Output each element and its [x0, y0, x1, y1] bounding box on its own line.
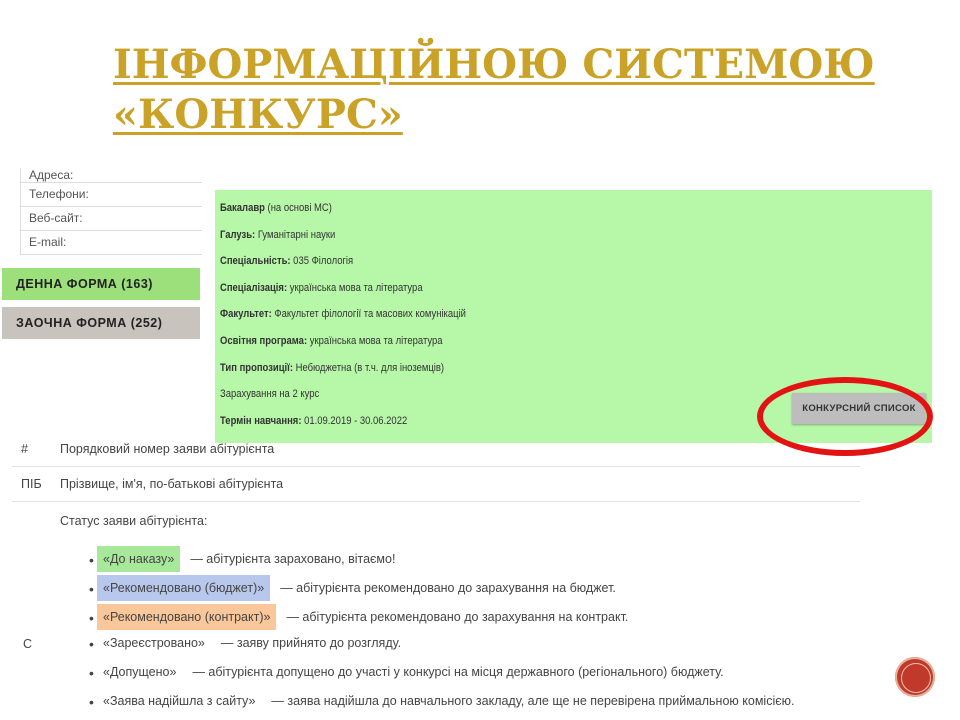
status-tag: «Рекомендовано (бюджет)» — [97, 575, 271, 601]
info-degree: Бакалавр (на основі МС) — [220, 202, 332, 214]
status-tag: «Зареєстровано» — [103, 636, 205, 650]
info-specialization: Спеціалізація: українська мова та літера… — [220, 282, 423, 294]
info-enrollment: Зарахування на 2 курс — [220, 388, 320, 400]
status-description: — абітурієнта рекомендовано до зарахуван… — [280, 581, 616, 595]
info-term: Термін навчання: 01.09.2019 - 30.06.2022 — [220, 415, 408, 427]
legend-key-name: ПІБ — [21, 477, 42, 491]
legend-desc-number: Порядковий номер заяви абітурієнта — [60, 442, 275, 456]
info-offer-type: Тип пропозиції: Небюджетна (в т.ч. для і… — [220, 362, 445, 374]
legend-key-number: # — [21, 442, 28, 456]
info-field: Галузь: Гуманітарні науки — [220, 229, 336, 241]
legend-desc-name: Прізвище, ім'я, по-батькові абітурієнта — [60, 477, 284, 491]
bullet-icon: • — [89, 636, 94, 652]
bullet-icon: • — [89, 610, 94, 626]
title-line-2: «Конкурс» — [113, 91, 403, 138]
status-tag: «До наказу» — [97, 546, 181, 572]
legend-key-status: С — [23, 637, 33, 651]
info-program: Освітня програма: українська мова та літ… — [220, 335, 443, 347]
status-tag: «Заява надійшла з сайту» — [103, 694, 256, 708]
title-line-1: Інформаційною системою — [113, 41, 875, 88]
status-description: — абітурієнта зараховано, вітаємо! — [190, 552, 396, 566]
info-faculty: Факультет: Факультет філології та масови… — [220, 308, 466, 320]
contact-phones: Телефони: — [21, 183, 202, 207]
status-description: — заяву прийнято до розгляду. — [220, 636, 402, 650]
status-description: — заява надійшла до навчального закладу,… — [271, 694, 795, 708]
legend-row-name: ПІБ Прізвище, ім'я, по-батькові абітуріє… — [12, 467, 860, 502]
info-specialty: Спеціальність: 035 Філологія — [220, 255, 354, 267]
status-description: — абітурієнта допущено до участі у конку… — [192, 665, 724, 679]
status-tag: «Рекомендовано (контракт)» — [97, 604, 277, 630]
contact-website: Веб-сайт: — [21, 207, 202, 231]
legend-row-number: # Порядковий номер заяви абітурієнта — [12, 432, 860, 467]
status-description: — абітурієнта рекомендовано до зарахуван… — [286, 610, 629, 624]
day-form-tab[interactable]: ДЕННА ФОРМА (163) — [2, 268, 200, 300]
status-tag: «Допущено» — [103, 665, 177, 679]
bullet-icon: • — [89, 665, 94, 681]
status-heading: Статус заяви абітурієнта: — [60, 514, 208, 528]
extramural-form-tab[interactable]: ЗАОЧНА ФОРМА (252) — [2, 307, 200, 339]
slide-title: Інформаційною системою «Конкурс» — [113, 40, 913, 140]
decorative-circle-icon — [895, 657, 935, 697]
bullet-icon: • — [89, 694, 94, 710]
bullet-icon: • — [89, 552, 94, 568]
bullet-icon: • — [89, 581, 94, 597]
contact-address: Адреса: — [21, 168, 202, 183]
contacts-panel: Адреса: Телефони: Веб-сайт: E-mail: — [20, 168, 202, 255]
contact-email: E-mail: — [21, 231, 202, 255]
